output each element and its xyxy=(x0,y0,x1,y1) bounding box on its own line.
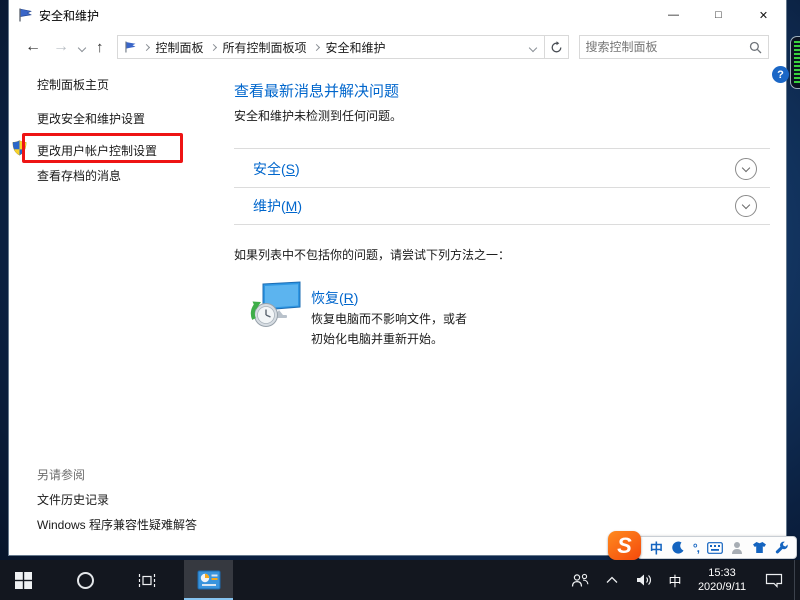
show-hidden-icons-button[interactable] xyxy=(596,560,628,600)
section-maintenance-expand-button[interactable] xyxy=(735,195,757,217)
tip-text: 如果列表中不包括你的问题，请尝试下列方法之一： xyxy=(234,246,510,263)
search-icon[interactable] xyxy=(749,41,762,54)
edge-meter-widget[interactable] xyxy=(790,36,800,89)
people-button[interactable] xyxy=(564,560,596,600)
refresh-button[interactable] xyxy=(544,35,568,59)
taskbar-ime-indicator[interactable]: 中 xyxy=(660,560,690,600)
page-title: 查看最新消息并解决问题 xyxy=(234,80,399,101)
sidebar-link-file-history[interactable]: 文件历史记录 xyxy=(37,491,109,508)
ime-skin-icon[interactable] xyxy=(752,541,767,554)
action-center-button[interactable] xyxy=(754,560,794,600)
chevron-down-icon xyxy=(742,200,750,208)
security-maintenance-window: 安全和维护 — □ ✕ ← → ↑ 控制面板 xyxy=(8,0,787,556)
sidebar-item-change-security-settings[interactable]: 更改安全和维护设置 xyxy=(37,110,145,127)
breadcrumb-all-items[interactable]: 所有控制面板项 xyxy=(223,39,307,56)
windows-logo-icon xyxy=(15,572,32,589)
ime-soft-keyboard-icon[interactable] xyxy=(707,542,723,554)
ime-fullwidth-moon-icon[interactable] xyxy=(671,541,685,555)
see-also-header: 另请参阅 xyxy=(37,466,85,483)
uac-shield-icon xyxy=(12,140,27,156)
window-title: 安全和维护 xyxy=(39,7,99,24)
recovery-desc-line1: 恢复电脑而不影响文件，或者 xyxy=(311,310,467,327)
breadcrumb-sep-icon xyxy=(142,43,149,50)
cortana-ring-icon xyxy=(77,572,94,589)
history-dropdown-icon[interactable] xyxy=(75,38,89,56)
separator xyxy=(234,224,770,225)
search-box xyxy=(579,35,769,59)
taskbar-clock[interactable]: 15:33 2020/9/11 xyxy=(690,560,754,600)
ime-chinese-mode-button[interactable]: 中 xyxy=(650,538,663,557)
up-button[interactable]: ↑ xyxy=(89,39,111,56)
sidebar-item-view-archived-messages[interactable]: 查看存档的消息 xyxy=(37,167,121,184)
chevron-up-icon xyxy=(606,576,618,584)
sidebar-item-control-panel-home[interactable]: 控制面板主页 xyxy=(37,76,109,93)
section-security[interactable]: 安全(S) xyxy=(234,151,770,187)
close-button[interactable]: ✕ xyxy=(741,0,786,30)
taskbar: 中 15:33 2020/9/11 xyxy=(0,560,800,600)
taskbar-control-panel-app[interactable] xyxy=(184,560,233,600)
section-maintenance-label: 维护(M) xyxy=(253,196,302,216)
volume-button[interactable] xyxy=(628,560,660,600)
back-button[interactable]: ← xyxy=(19,39,47,55)
chevron-down-icon xyxy=(742,163,750,171)
recovery-link[interactable]: 恢复(R) xyxy=(311,288,358,308)
cortana-button[interactable] xyxy=(62,560,108,600)
speaker-icon xyxy=(636,573,653,587)
search-input[interactable] xyxy=(586,40,749,54)
desktop: 安全和维护 — □ ✕ ← → ↑ 控制面板 xyxy=(0,0,800,600)
section-security-label: 安全(S) xyxy=(253,159,300,179)
task-view-icon xyxy=(138,573,156,588)
app-flag-icon xyxy=(18,8,33,22)
maximize-button[interactable]: □ xyxy=(696,0,741,30)
forward-button[interactable]: → xyxy=(47,39,75,55)
breadcrumb-sep-icon xyxy=(312,43,319,50)
help-button[interactable]: ? xyxy=(772,66,789,83)
ime-toolbox-wrench-icon[interactable] xyxy=(775,541,789,555)
address-dropdown-icon[interactable] xyxy=(522,38,544,56)
section-security-expand-button[interactable] xyxy=(735,158,757,180)
sidebar-link-program-compat[interactable]: Windows 程序兼容性疑难解答 xyxy=(37,516,197,533)
people-icon xyxy=(571,573,590,588)
ime-punctuation-button[interactable]: °, xyxy=(693,541,699,555)
breadcrumb-current[interactable]: 安全和维护 xyxy=(326,39,386,56)
recovery-icon[interactable] xyxy=(249,281,303,331)
section-maintenance[interactable]: 维护(M) xyxy=(234,188,770,224)
breadcrumb-sep-icon xyxy=(209,43,216,50)
start-button[interactable] xyxy=(0,560,46,600)
separator xyxy=(234,148,770,149)
address-flag-icon xyxy=(124,41,137,53)
show-desktop-button[interactable] xyxy=(794,560,800,600)
ime-account-icon[interactable] xyxy=(731,541,744,555)
minimize-button[interactable]: — xyxy=(651,0,696,30)
control-panel-app-icon xyxy=(197,570,221,590)
breadcrumb-control-panel[interactable]: 控制面板 xyxy=(156,39,204,56)
title-bar[interactable]: 安全和维护 — □ ✕ xyxy=(9,0,786,30)
ime-toolbar[interactable]: 中 °, xyxy=(637,536,797,559)
clock-time: 15:33 xyxy=(708,566,736,580)
task-view-button[interactable] xyxy=(124,560,170,600)
notification-icon xyxy=(765,573,783,588)
address-bar[interactable]: 控制面板 所有控制面板项 安全和维护 xyxy=(117,35,569,59)
navigation-bar: ← → ↑ 控制面板 所有控制面板项 安全和维护 xyxy=(9,30,786,64)
refresh-icon xyxy=(550,41,563,54)
ime-sogou-logo[interactable]: S xyxy=(608,531,641,560)
meter-bars-icon xyxy=(794,41,800,84)
clock-date: 2020/9/11 xyxy=(698,580,746,594)
status-text: 安全和维护未检测到任何问题。 xyxy=(234,107,402,124)
sidebar-item-change-uac-settings[interactable]: 更改用户帐户控制设置 xyxy=(37,142,157,159)
recovery-desc-line2: 初始化电脑并重新开始。 xyxy=(311,330,443,347)
